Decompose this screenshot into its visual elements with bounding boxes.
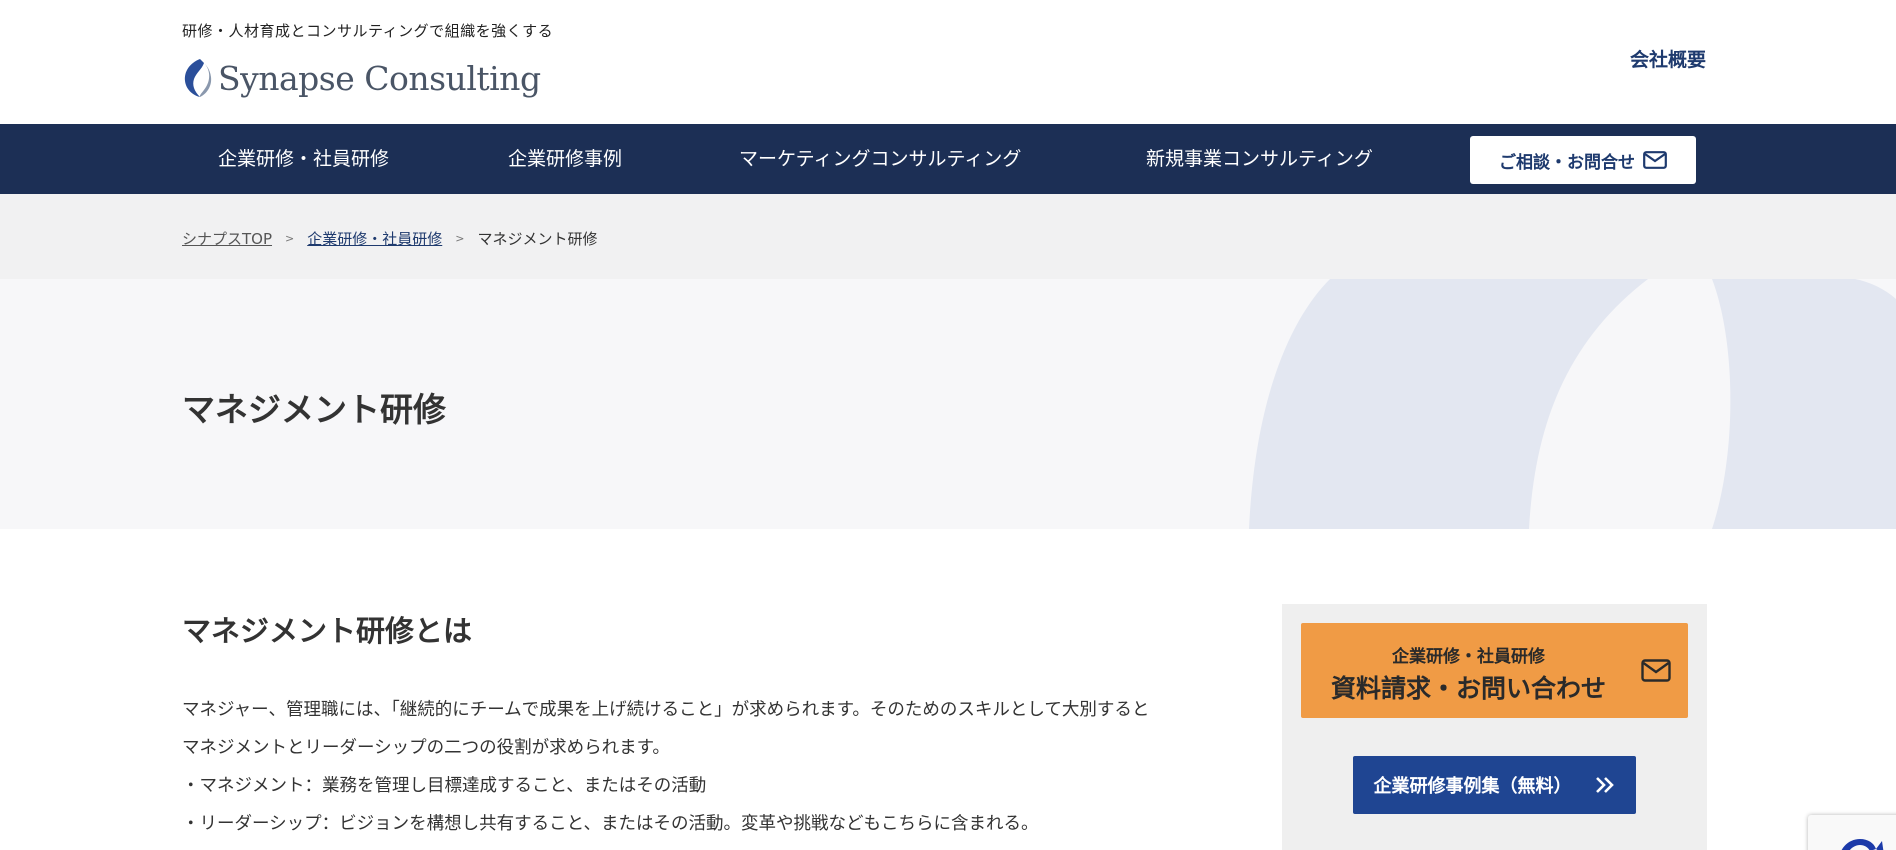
sidebar: 企業研修・社員研修 資料請求・お問い合わせ 企業研修事例集（無料） [1282,604,1707,850]
request-materials-button[interactable]: 企業研修・社員研修 資料請求・お問い合わせ [1301,623,1688,718]
logo-text: Synapse Consulting [218,58,541,98]
intro-paragraph: マネジャー、管理職には、「継続的にチームで成果を上げ続けること」が求められます。… [182,691,1242,843]
site-logo[interactable]: Synapse Consulting [182,56,541,100]
bullet-management: ・マネジメント：業務を管理し目標達成すること、またはその活動 [182,776,707,796]
paragraph-line: マネジメントとリーダーシップの二つの役割が求められます。 [182,738,670,758]
breadcrumb: シナプスTOP > 企業研修・社員研修 > マネジメント研修 [182,228,597,249]
global-nav: 企業研修・社員研修 企業研修事例 マーケティングコンサルティング 新規事業コンサ… [0,124,1896,194]
nav-item-training-cases[interactable]: 企業研修事例 [508,124,622,194]
breadcrumb-link-top[interactable]: シナプスTOP [182,228,272,249]
nav-item-marketing-consulting[interactable]: マーケティングコンサルティング [739,124,1021,194]
mail-icon [1641,659,1671,682]
recaptcha-badge[interactable] [1808,815,1896,850]
nav-item-corporate-training[interactable]: 企業研修・社員研修 [218,124,389,194]
breadcrumb-separator: > [285,232,295,245]
paragraph-line: マネジャー、管理職には、「継続的にチームで成果を上げ続けること」が求められます。… [182,700,1150,720]
mail-icon [1643,151,1667,169]
breadcrumb-link-corporate-training[interactable]: 企業研修・社員研修 [307,228,442,249]
request-materials-sublabel: 企業研修・社員研修 [1392,647,1545,667]
breadcrumb-current: マネジメント研修 [477,230,598,248]
company-overview-link[interactable]: 会社概要 [1630,45,1706,72]
double-chevron-right-icon [1595,777,1614,793]
page-title: マネジメント研修 [182,390,446,429]
breadcrumb-bar: シナプスTOP > 企業研修・社員研修 > マネジメント研修 [0,194,1896,279]
breadcrumb-separator: > [455,232,465,245]
bullet-leadership: ・リーダーシップ：ビジョンを構想し共有すること、またはその活動。変革や挑戦なども… [182,814,1039,834]
case-study-label: 企業研修事例集（無料） [1373,776,1572,797]
synapse-logo-mark-icon [184,59,212,97]
contact-button[interactable]: ご相談・お問合せ [1470,136,1696,184]
header-tagline: 研修・人材育成とコンサルティングで組織を強くする [182,22,554,40]
request-materials-label: 資料請求・お問い合わせ [1330,674,1606,703]
site-header: 研修・人材育成とコンサルティングで組織を強くする Synapse Consult… [0,0,1896,124]
page-hero: マネジメント研修 [0,279,1896,529]
recaptcha-icon [1841,839,1884,850]
section-title: マネジメント研修とは [182,614,473,648]
contact-button-label: ご相談・お問合せ [1499,152,1635,173]
case-study-download-button[interactable]: 企業研修事例集（無料） [1353,756,1636,814]
nav-item-new-business-consulting[interactable]: 新規事業コンサルティング [1146,124,1373,194]
